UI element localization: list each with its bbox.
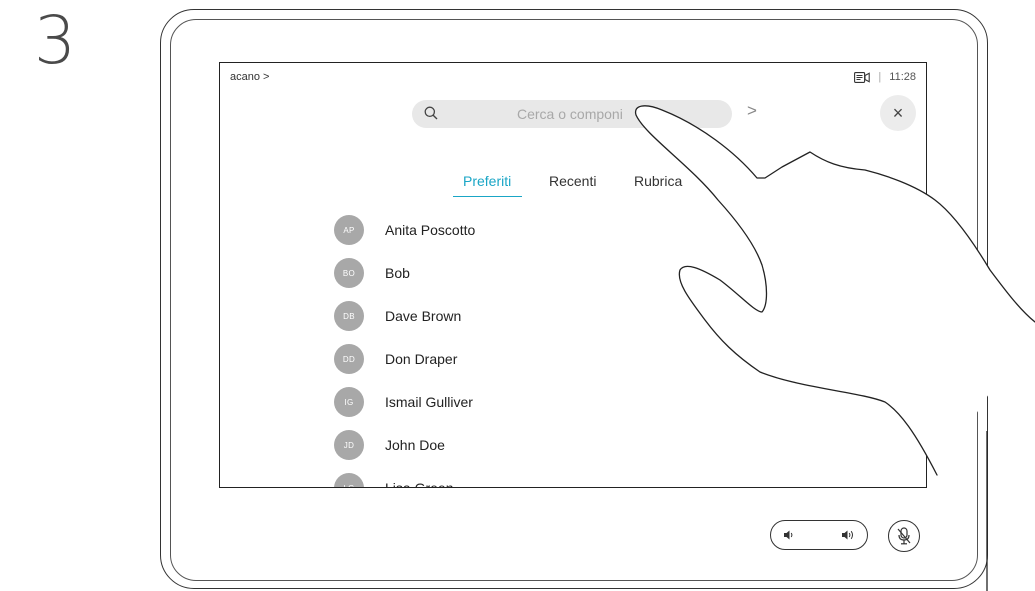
avatar: IG — [334, 387, 364, 417]
avatar: AP — [334, 215, 364, 245]
tab-preferiti[interactable]: Preferiti — [452, 173, 523, 197]
contact-name: Lisa Green — [385, 480, 454, 488]
touch-screen: acano > | 11:28 Cerca o componi > × Pref… — [219, 62, 927, 488]
avatar: BO — [334, 258, 364, 288]
avatar: DD — [334, 344, 364, 374]
volume-up-icon[interactable] — [841, 528, 855, 542]
breadcrumb[interactable]: acano > — [230, 71, 269, 83]
list-item[interactable]: JD John Doe — [334, 429, 445, 461]
list-item[interactable]: DD Don Draper — [334, 343, 457, 375]
clock-time: 11:28 — [889, 71, 916, 83]
list-item[interactable]: LG Lisa Green — [334, 472, 454, 488]
microphone-muted-icon — [897, 527, 911, 545]
contact-name: Don Draper — [385, 351, 458, 367]
camera-share-icon[interactable] — [854, 71, 871, 83]
mute-button[interactable] — [888, 520, 920, 552]
status-separator: | — [878, 71, 882, 83]
list-item[interactable]: IG Ismail Gulliver — [334, 386, 473, 418]
tab-rubrica[interactable]: Rubrica — [634, 173, 682, 189]
volume-control[interactable] — [770, 520, 868, 550]
contact-name: Bob — [385, 265, 410, 281]
list-item[interactable]: BO Bob — [334, 257, 410, 289]
volume-down-icon[interactable] — [783, 528, 795, 542]
close-button[interactable]: × — [880, 95, 916, 131]
list-item[interactable]: AP Anita Poscotto — [334, 214, 475, 246]
tab-recenti[interactable]: Recenti — [549, 173, 596, 189]
status-bar: | 11:28 — [854, 71, 916, 83]
contact-name: Dave Brown — [385, 308, 462, 324]
contact-name: John Doe — [385, 437, 445, 453]
chevron-right-icon[interactable]: > — [747, 101, 757, 121]
step-number: 3 — [34, 2, 76, 79]
search-icon — [424, 106, 438, 120]
search-placeholder: Cerca o componi — [517, 106, 623, 122]
avatar: DB — [334, 301, 364, 331]
contact-name: Anita Poscotto — [385, 222, 476, 238]
search-field[interactable]: Cerca o componi — [412, 100, 732, 128]
list-item[interactable]: DB Dave Brown — [334, 300, 461, 332]
tab-bar: Preferiti Recenti Rubrica — [220, 173, 926, 199]
avatar: JD — [334, 430, 364, 460]
contact-name: Ismail Gulliver — [385, 394, 473, 410]
avatar: LG — [334, 473, 364, 487]
